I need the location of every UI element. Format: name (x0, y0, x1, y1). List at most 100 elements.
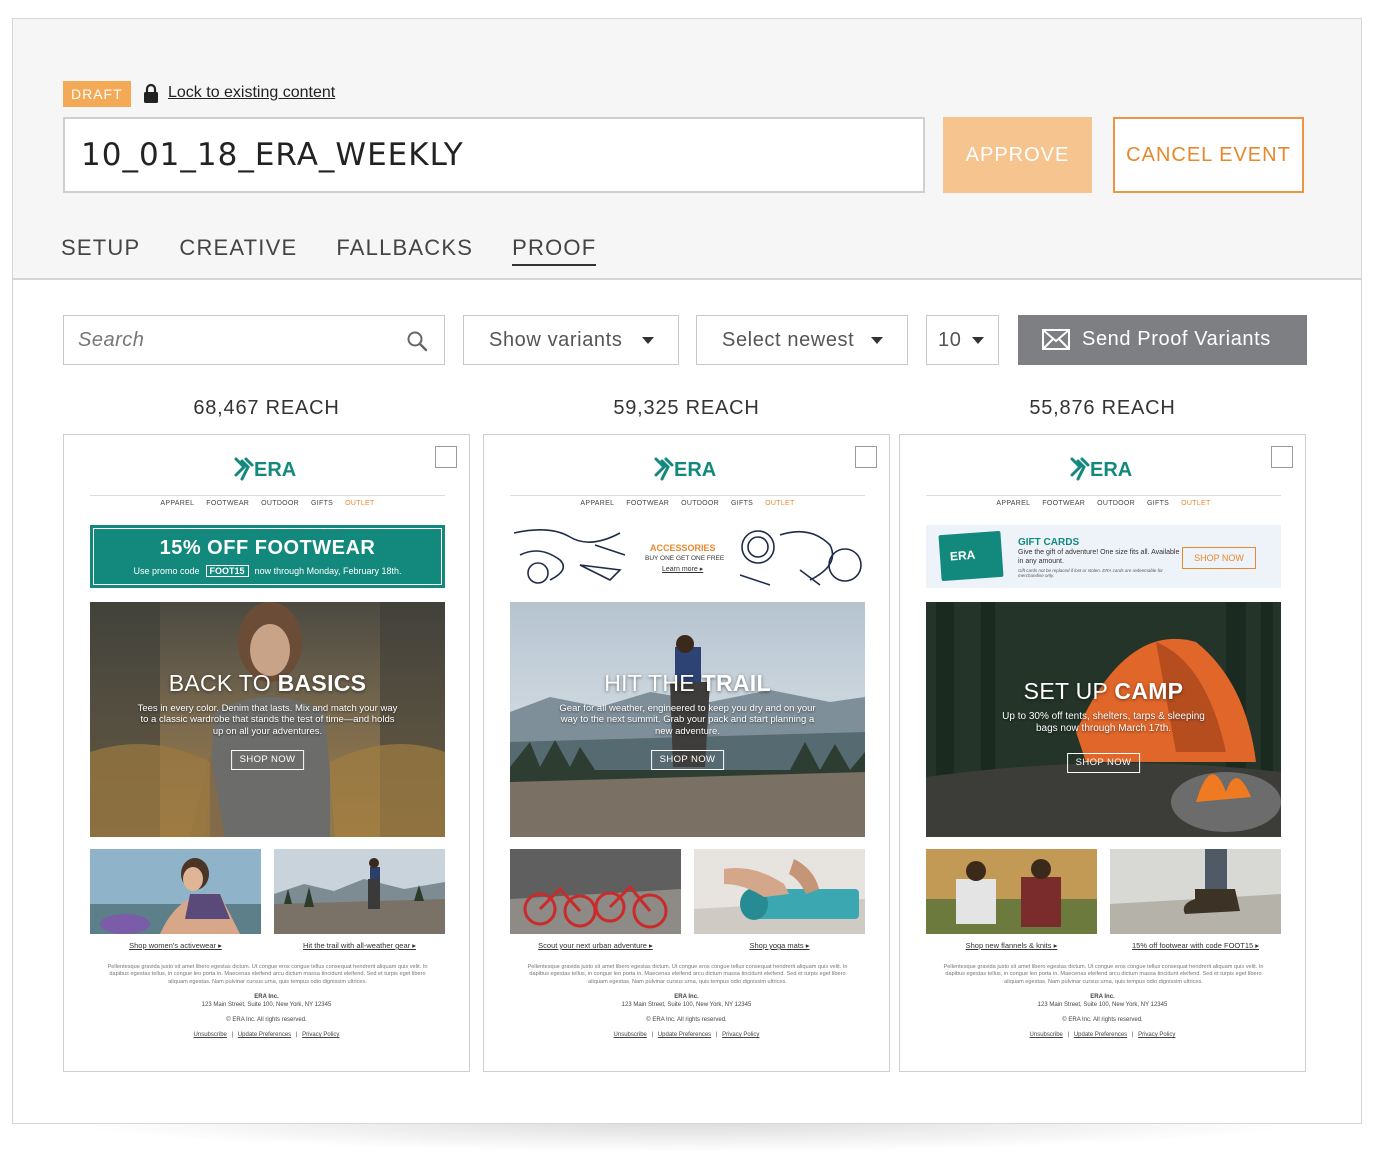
tab-proof[interactable]: PROOF (512, 235, 597, 266)
hero-title-bold: TRAIL (701, 670, 771, 696)
variant-reach: 68,467 REACH (193, 397, 340, 419)
thumb-flannels[interactable] (926, 849, 1097, 934)
nav-gifts: GIFTS (1147, 500, 1170, 507)
era-logo: ERA (900, 455, 1305, 488)
gift-card-graphic: ERA (938, 530, 1004, 582)
hero-description: Tees in every color. Denim that lasts. M… (137, 703, 398, 737)
thumb-activewear[interactable] (90, 849, 261, 934)
accessories-title: ACCESSORIES (650, 543, 716, 553)
variant-card[interactable]: ERA APPAREL FOOTWEAR OUTDOOR GIFTS OUTLE… (483, 434, 890, 1072)
thumb-link[interactable]: Scout your next urban adventure ▸ (510, 941, 681, 950)
thumb-link[interactable]: Shop yoga mats ▸ (694, 941, 865, 950)
thumb-yoga[interactable] (694, 849, 865, 934)
thumb-link[interactable]: 15% off footwear with code FOOT15 ▸ (1110, 941, 1281, 950)
footer-links: Unsubscribe | Update Preferences | Priva… (64, 1032, 469, 1038)
select-newest-dropdown[interactable]: Select newest (696, 315, 908, 365)
variant-card[interactable]: ERA APPAREL FOOTWEAR OUTDOOR GIFTS OUTLE… (63, 434, 470, 1072)
hero-shop-button[interactable]: SHOP NOW (230, 750, 305, 770)
variant-card[interactable]: ERA APPAREL FOOTWEAR OUTDOOR GIFTS OUTLE… (899, 434, 1306, 1072)
tab-setup[interactable]: SETUP (61, 235, 140, 266)
event-header: DRAFT Lock to existing content 10_01_18_… (13, 19, 1361, 280)
tab-fallbacks[interactable]: FALLBACKS (336, 235, 473, 266)
promo-post: now through Monday, February 18th. (254, 566, 402, 576)
nav-outdoor: OUTDOOR (1097, 500, 1136, 507)
hero-title: HIT THE TRAIL (510, 670, 865, 697)
select-newest-label: Select newest (722, 329, 855, 351)
gift-card-title: GIFT CARDS (1018, 537, 1080, 548)
nav-gifts: GIFTS (311, 500, 334, 507)
search-input[interactable] (64, 316, 384, 364)
app-window: DRAFT Lock to existing content 10_01_18_… (12, 18, 1362, 1124)
era-logo: ERA (484, 455, 889, 488)
footer-links: Unsubscribe | Update Preferences | Priva… (484, 1032, 889, 1038)
gift-card-shop-button[interactable]: SHOP NOW (1182, 547, 1256, 569)
promo-banner: 15% OFF FOOTWEAR Use promo code FOOT15 now… (90, 525, 445, 588)
footer-address: 123 Main Street, Suite 100, New York, NY… (621, 1002, 752, 1008)
footer-rights: © ERA Inc. All rights reserved. (646, 1017, 727, 1023)
footer-company: ERA Inc. (1090, 994, 1115, 1000)
footer-lorem: Pellentesque gravida justo sit amet libe… (943, 964, 1264, 985)
accessories-learn-more[interactable]: Learn more ▸ (662, 565, 703, 573)
gift-card-desc: Give the gift of adventure! One size fit… (1018, 549, 1180, 566)
hero-title-light: HIT THE (604, 670, 702, 696)
update-preferences-link[interactable]: Update Preferences (1074, 1032, 1127, 1038)
count-label: 10 (938, 329, 962, 351)
unsubscribe-link[interactable]: Unsubscribe (194, 1032, 227, 1038)
promo-subtext: Use promo code FOOT15 now through Monday, … (92, 565, 443, 577)
footer-links: Unsubscribe | Update Preferences | Priva… (900, 1032, 1305, 1038)
thumb-link[interactable]: Shop new flannels & knits ▸ (926, 941, 1097, 950)
footer-rights: © ERA Inc. All rights reserved. (1062, 1017, 1143, 1023)
promo-code: FOOT15 (205, 565, 249, 577)
hero-image: HIT THE TRAIL Gear for all weather, engi… (510, 602, 865, 837)
gift-card-fineprint: Gift cards not be replaced if lost or st… (1018, 568, 1163, 578)
unsubscribe-link[interactable]: Unsubscribe (1030, 1032, 1063, 1038)
search-icon[interactable] (406, 330, 428, 352)
hero-title: SET UP CAMP (926, 678, 1281, 705)
lock-icon[interactable] (143, 83, 159, 103)
update-preferences-link[interactable]: Update Preferences (238, 1032, 291, 1038)
privacy-policy-link[interactable]: Privacy Policy (1138, 1032, 1175, 1038)
thumb-link[interactable]: Shop women's activewear ▸ (90, 941, 261, 950)
thumb-trail[interactable] (274, 849, 445, 934)
footer-address: 123 Main Street, Suite 100, New York, NY… (1037, 1002, 1168, 1008)
unsubscribe-link[interactable]: Unsubscribe (614, 1032, 647, 1038)
hero-title-bold: BASICS (277, 670, 367, 696)
hero-title: BACK TO BASICS (90, 670, 445, 697)
brand-name: ERA (254, 459, 296, 481)
privacy-policy-link[interactable]: Privacy Policy (722, 1032, 759, 1038)
send-proof-variants-button[interactable]: Send Proof Variants (1018, 315, 1307, 365)
nav-outdoor: OUTDOOR (261, 500, 300, 507)
update-preferences-link[interactable]: Update Preferences (658, 1032, 711, 1038)
thumb-link[interactable]: Hit the trail with all-weather gear ▸ (274, 941, 445, 950)
hero-title-light: BACK TO (168, 670, 278, 696)
event-tabs: SETUP CREATIVE FALLBACKS PROOF (61, 235, 597, 266)
thumb-bikes[interactable] (510, 849, 681, 934)
hero-title-light: SET UP (1023, 678, 1115, 704)
gift-card-banner: ERA GIFT CARDS Give the gift of adventur… (926, 525, 1281, 588)
envelope-icon (1042, 329, 1070, 350)
footer-sep: | (1131, 1032, 1134, 1038)
cancel-event-button[interactable]: CANCEL EVENT (1113, 117, 1304, 193)
nav-gifts: GIFTS (731, 500, 754, 507)
footer-company: ERA Inc. (674, 994, 699, 1000)
nav-footwear: FOOTWEAR (206, 500, 250, 507)
nav-apparel: APPAREL (580, 500, 615, 507)
tab-creative[interactable]: CREATIVE (179, 235, 297, 266)
event-name-input[interactable]: 10_01_18_ERA_WEEKLY (63, 117, 925, 193)
footer-sep: | (231, 1032, 234, 1038)
lock-content-link[interactable]: Lock to existing content (168, 84, 335, 102)
show-variants-dropdown[interactable]: Show variants (463, 315, 679, 365)
thumb-footwear[interactable] (1110, 849, 1281, 934)
hero-shop-button[interactable]: SHOP NOW (650, 750, 725, 770)
nav-footwear: FOOTWEAR (1042, 500, 1086, 507)
proof-toolbar: Show variants Select newest 10 Send Proo… (13, 315, 1361, 367)
privacy-policy-link[interactable]: Privacy Policy (302, 1032, 339, 1038)
approve-button[interactable]: APPROVE (943, 117, 1092, 193)
footer-lorem: Pellentesque gravida justo sit amet libe… (527, 964, 848, 985)
status-badge: DRAFT (63, 81, 131, 107)
nav-outlet: OUTLET (1181, 500, 1211, 507)
brand-name: ERA (1090, 459, 1132, 481)
count-dropdown[interactable]: 10 (926, 315, 999, 365)
nav-outdoor: OUTDOOR (681, 500, 720, 507)
hero-shop-button[interactable]: SHOP NOW (1066, 753, 1141, 773)
